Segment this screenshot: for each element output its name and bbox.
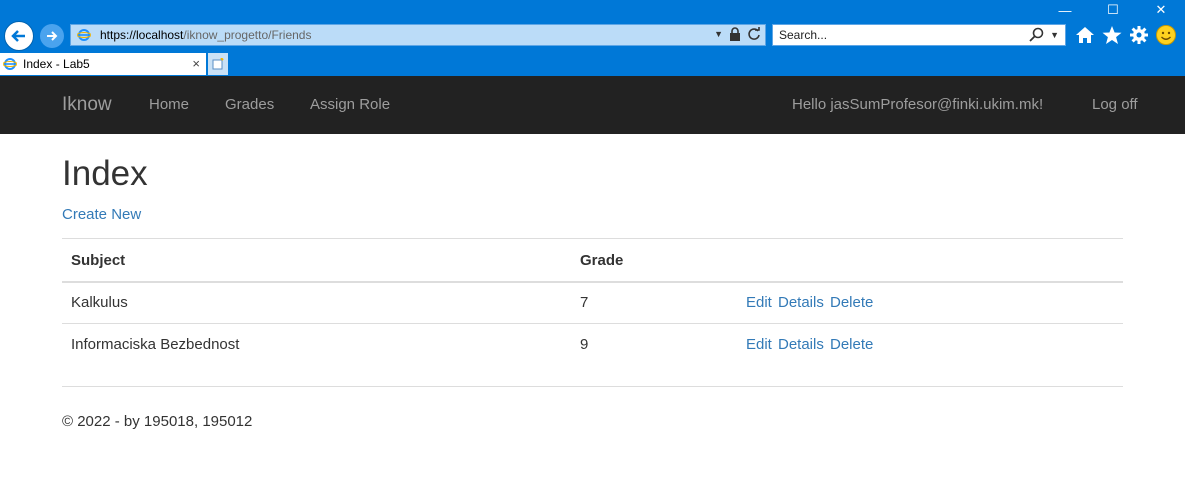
- header-subject: Subject: [71, 252, 126, 269]
- tab-title: Index - Lab5: [23, 57, 90, 71]
- row-divider: [62, 323, 1123, 324]
- window-controls: — ☐ ✕: [1041, 0, 1185, 20]
- arrow-right-icon: [47, 31, 58, 41]
- back-button[interactable]: [4, 21, 34, 51]
- ie-logo-icon: [74, 28, 94, 42]
- lock-icon[interactable]: [729, 27, 741, 41]
- address-bar[interactable]: https://localhost/iknow_progetto/Friends…: [70, 24, 766, 46]
- new-tab-icon: [212, 58, 224, 70]
- browser-chrome: — ☐ ✕ https://localhost/iknow_progetto/F…: [0, 0, 1185, 76]
- search-placeholder: Search...: [779, 28, 828, 42]
- smiley-icon[interactable]: [1155, 24, 1177, 46]
- nav-assign-role[interactable]: Assign Role: [310, 96, 390, 113]
- nav-log-off[interactable]: Log off: [1092, 96, 1138, 113]
- edit-link[interactable]: Edit: [746, 336, 772, 353]
- search-dropdown-icon[interactable]: ▼: [1050, 30, 1059, 40]
- refresh-icon[interactable]: [747, 27, 761, 41]
- edit-link[interactable]: Edit: [746, 294, 772, 311]
- forward-button[interactable]: [40, 24, 64, 48]
- cell-subject: Informaciska Bezbednost: [71, 336, 240, 353]
- cell-subject: Kalkulus: [71, 294, 128, 311]
- create-new-link[interactable]: Create New: [62, 206, 141, 223]
- minimize-button[interactable]: —: [1041, 0, 1089, 20]
- nav-user-greeting[interactable]: Hello jasSumProfesor@finki.ukim.mk!: [792, 96, 1043, 113]
- tab-close-icon[interactable]: ×: [192, 56, 200, 71]
- home-icon[interactable]: [1074, 25, 1096, 45]
- star-icon[interactable]: [1101, 25, 1123, 45]
- arrow-left-icon: [11, 30, 25, 42]
- header-grade: Grade: [580, 252, 624, 269]
- details-link[interactable]: Details: [778, 294, 824, 311]
- site-navbar: Iknow Home Grades Assign Role Hello jasS…: [0, 76, 1185, 134]
- delete-link[interactable]: Delete: [830, 336, 873, 353]
- delete-link[interactable]: Delete: [830, 294, 873, 311]
- url-text: https://localhost/iknow_progetto/Friends: [100, 28, 312, 42]
- gear-icon[interactable]: [1128, 25, 1150, 45]
- tab-favicon-icon: [3, 57, 17, 71]
- brand-link[interactable]: Iknow: [62, 94, 112, 116]
- footer-text: © 2022 - by 195018, 195012: [62, 413, 253, 430]
- nav-grades[interactable]: Grades: [225, 96, 274, 113]
- details-link[interactable]: Details: [778, 336, 824, 353]
- page-title: Index: [62, 154, 148, 193]
- maximize-button[interactable]: ☐: [1089, 0, 1137, 20]
- table-header-divider: [62, 281, 1123, 283]
- dropdown-arrow-icon[interactable]: ▼: [714, 29, 723, 39]
- close-window-button[interactable]: ✕: [1137, 0, 1185, 20]
- nav-home[interactable]: Home: [149, 96, 189, 113]
- browser-tab[interactable]: Index - Lab5 ×: [0, 53, 206, 75]
- footer-divider: [62, 386, 1123, 387]
- new-tab-button[interactable]: [208, 53, 228, 75]
- search-icon[interactable]: [1029, 27, 1044, 42]
- cell-grade: 9: [580, 336, 589, 353]
- cell-grade: 7: [580, 294, 589, 311]
- search-box[interactable]: Search... ▼: [772, 24, 1066, 46]
- table-top-border: [62, 238, 1123, 239]
